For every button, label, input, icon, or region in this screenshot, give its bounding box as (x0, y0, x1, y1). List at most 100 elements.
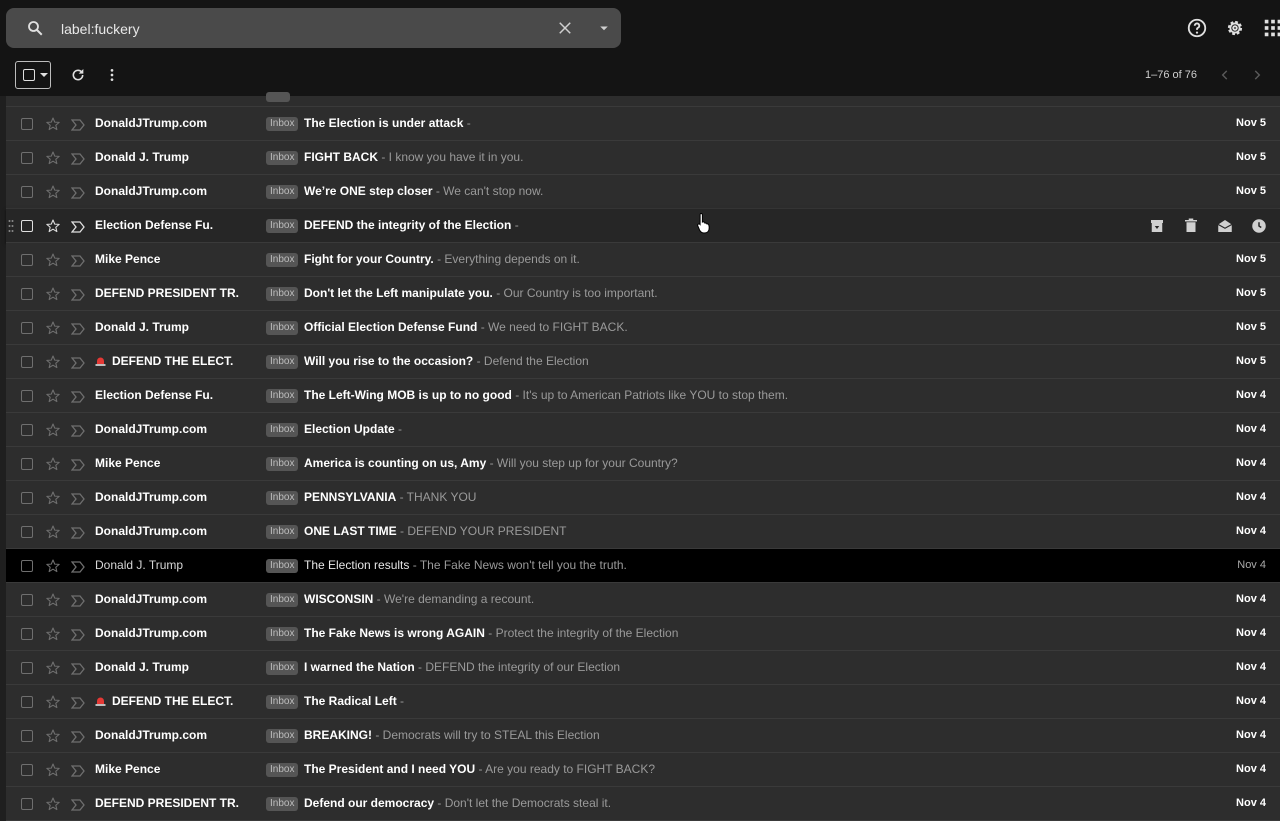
select-all-checkbox[interactable] (15, 61, 51, 89)
label-badge[interactable]: Inbox (266, 423, 299, 437)
star-icon[interactable] (45, 422, 61, 438)
prev-page-icon[interactable] (1218, 68, 1232, 82)
label-badge[interactable]: Inbox (266, 253, 299, 267)
label-badge[interactable]: Inbox (266, 287, 299, 301)
row-checkbox[interactable] (21, 458, 33, 470)
email-row[interactable]: DonaldJTrump.com Inbox We’re ONE step clos… (6, 175, 1280, 209)
email-row[interactable]: DonaldJTrump.com Inbox BREAKING! - Democra… (6, 719, 1280, 753)
importance-marker-icon[interactable] (70, 458, 85, 471)
importance-marker-icon[interactable] (70, 492, 85, 505)
apps-grid-icon[interactable] (1262, 17, 1280, 39)
search-input[interactable] (59, 17, 523, 41)
star-icon[interactable] (45, 320, 61, 336)
label-badge[interactable]: Inbox (266, 117, 299, 131)
row-checkbox[interactable] (21, 526, 33, 538)
more-vert-icon[interactable] (104, 67, 120, 83)
label-badge[interactable]: Inbox (266, 389, 299, 403)
label-badge[interactable]: Inbox (266, 219, 299, 233)
settings-gear-icon[interactable] (1224, 17, 1246, 39)
importance-marker-icon[interactable] (70, 220, 85, 233)
star-icon[interactable] (45, 796, 61, 812)
row-checkbox[interactable] (21, 730, 33, 742)
email-row[interactable]: Donald J. Trump Inbox I warned the Nation … (6, 651, 1280, 685)
importance-marker-icon[interactable] (70, 152, 85, 165)
row-checkbox[interactable] (21, 492, 33, 504)
search-icon[interactable] (26, 19, 44, 37)
star-icon[interactable] (45, 286, 61, 302)
row-checkbox[interactable] (21, 662, 33, 674)
row-checkbox[interactable] (21, 798, 33, 810)
importance-marker-icon[interactable] (70, 594, 85, 607)
star-icon[interactable] (45, 558, 61, 574)
row-checkbox[interactable] (21, 356, 33, 368)
row-checkbox[interactable] (21, 390, 33, 402)
row-checkbox[interactable] (21, 696, 33, 708)
label-badge[interactable]: Inbox (266, 321, 299, 335)
importance-marker-icon[interactable] (70, 322, 85, 335)
email-row[interactable]: Election Defense Fu. Inbox DEFEND the inte… (6, 209, 1280, 243)
star-icon[interactable] (45, 694, 61, 710)
delete-icon[interactable] (1182, 217, 1200, 235)
importance-marker-icon[interactable] (70, 186, 85, 199)
label-badge[interactable]: Inbox (266, 559, 299, 573)
row-checkbox[interactable] (21, 220, 33, 232)
importance-marker-icon[interactable] (70, 356, 85, 369)
email-row[interactable]: DonaldJTrump.com Inbox The Fake News is wr… (6, 617, 1280, 651)
star-icon[interactable] (45, 626, 61, 642)
importance-marker-icon[interactable] (70, 424, 85, 437)
row-checkbox[interactable] (21, 424, 33, 436)
star-icon[interactable] (45, 150, 61, 166)
email-row[interactable]: Donald J. Trump Inbox The Election results… (6, 549, 1280, 583)
star-icon[interactable] (45, 762, 61, 778)
row-checkbox[interactable] (21, 594, 33, 606)
email-row[interactable]: DonaldJTrump.com Inbox WISCONSIN - We're d… (6, 583, 1280, 617)
label-badge[interactable]: Inbox (266, 797, 299, 811)
star-icon[interactable] (45, 252, 61, 268)
label-badge[interactable]: Inbox (266, 185, 299, 199)
importance-marker-icon[interactable] (70, 254, 85, 267)
drag-handle-icon[interactable] (8, 219, 14, 233)
email-row[interactable]: DonaldJTrump.com Inbox PENNSYLVANIA - THAN… (6, 481, 1280, 515)
label-badge[interactable]: Inbox (266, 661, 299, 675)
row-checkbox[interactable] (21, 288, 33, 300)
email-row[interactable]: Mike Pence Inbox The President and I need … (6, 753, 1280, 787)
search-options-icon[interactable] (595, 19, 613, 37)
email-row[interactable]: Election Defense Fu. Inbox The Left-Wing M… (6, 379, 1280, 413)
mark-as-read-icon[interactable] (1216, 217, 1234, 235)
importance-marker-icon[interactable] (70, 390, 85, 403)
row-checkbox[interactable] (21, 560, 33, 572)
label-badge[interactable]: Inbox (266, 627, 299, 641)
email-row[interactable]: DEFEND THE ELECT. Inbox The Radical Left -… (6, 685, 1280, 719)
star-icon[interactable] (45, 660, 61, 676)
label-badge[interactable]: Inbox (266, 593, 299, 607)
importance-marker-icon[interactable] (70, 526, 85, 539)
label-badge[interactable]: Inbox (266, 355, 299, 369)
star-icon[interactable] (45, 456, 61, 472)
star-icon[interactable] (45, 184, 61, 200)
snooze-clock-icon[interactable] (1250, 217, 1268, 235)
importance-marker-icon[interactable] (70, 288, 85, 301)
row-checkbox[interactable] (21, 322, 33, 334)
help-icon[interactable] (1186, 17, 1208, 39)
email-row[interactable]: DEFEND PRESIDENT TR. Inbox Don't let the L… (6, 277, 1280, 311)
importance-marker-icon[interactable] (70, 662, 85, 675)
email-row-partial[interactable] (6, 92, 1280, 107)
importance-marker-icon[interactable] (70, 798, 85, 811)
label-badge[interactable]: Inbox (266, 491, 299, 505)
email-row[interactable]: DonaldJTrump.com Inbox Election Update - No… (6, 413, 1280, 447)
email-row[interactable]: DonaldJTrump.com Inbox The Election is und… (6, 107, 1280, 141)
label-badge[interactable]: Inbox (266, 525, 299, 539)
star-icon[interactable] (45, 524, 61, 540)
label-badge[interactable]: Inbox (266, 151, 299, 165)
importance-marker-icon[interactable] (70, 730, 85, 743)
row-checkbox[interactable] (21, 118, 33, 130)
importance-marker-icon[interactable] (70, 696, 85, 709)
label-badge[interactable]: Inbox (266, 457, 299, 471)
email-row[interactable]: DEFEND THE ELECT. Inbox Will you rise to t… (6, 345, 1280, 379)
email-row[interactable]: DonaldJTrump.com Inbox ONE LAST TIME - DEF… (6, 515, 1280, 549)
row-checkbox[interactable] (21, 186, 33, 198)
email-row[interactable]: Donald J. Trump Inbox FIGHT BACK - I know … (6, 141, 1280, 175)
row-checkbox[interactable] (21, 254, 33, 266)
next-page-icon[interactable] (1250, 68, 1264, 82)
importance-marker-icon[interactable] (70, 560, 85, 573)
